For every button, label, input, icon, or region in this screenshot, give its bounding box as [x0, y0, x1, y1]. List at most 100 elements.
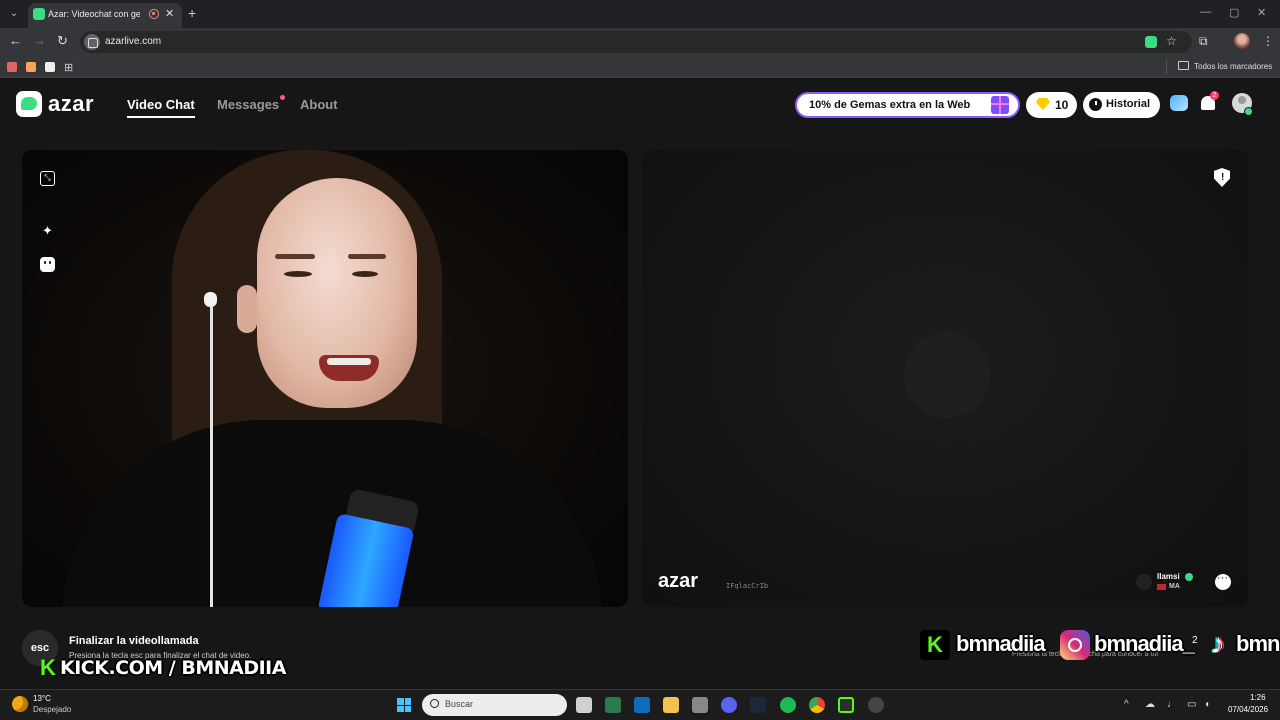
search-placeholder: Buscar — [445, 699, 474, 709]
browser-toolbar: ← → ↻ azarlive.com ☆ ⧉ ⋮ — [0, 28, 1280, 56]
volume-icon[interactable]: ◖ — [1204, 699, 1210, 710]
steam-icon[interactable] — [750, 697, 766, 713]
online-status-dot — [1244, 107, 1253, 116]
tiktok-handle: bmn — [1236, 631, 1280, 656]
nav-video-chat[interactable]: Video Chat — [127, 97, 195, 112]
maximize-icon[interactable]: ▢ — [1229, 6, 1239, 19]
messages-unread-dot — [280, 95, 285, 100]
apps-grid-icon[interactable]: ⊞ — [64, 61, 73, 74]
face-filter-icon[interactable] — [40, 257, 55, 272]
magic-wand-icon[interactable]: ✦ — [40, 223, 55, 238]
kick-url: KICK.COM / BMNADIIA — [60, 657, 286, 679]
back-icon[interactable]: ← — [9, 33, 22, 48]
discord-icon[interactable] — [721, 697, 737, 713]
clock-icon — [1089, 98, 1102, 111]
forward-icon[interactable]: → — [33, 33, 46, 48]
gift-icon — [991, 96, 1009, 114]
bookmark-icon[interactable] — [7, 62, 17, 72]
chat-icon[interactable] — [1215, 572, 1231, 590]
peer-country: MA — [1169, 583, 1180, 590]
azar-favicon-icon — [33, 8, 45, 20]
recording-icon — [149, 9, 159, 19]
new-tab-button[interactable]: + — [188, 5, 196, 21]
bookmark-icon[interactable] — [26, 62, 36, 72]
extensions-puzzle-icon[interactable]: ⧉ — [1199, 34, 1208, 49]
video-mouth — [319, 355, 379, 381]
shop-icon[interactable] — [1170, 95, 1188, 111]
peer-name[interactable]: llamsi — [1157, 572, 1180, 581]
nav-about[interactable]: About — [300, 97, 338, 112]
history-button[interactable]: Historial — [1083, 92, 1160, 118]
video-person-ear — [237, 285, 257, 333]
kick-app-icon[interactable] — [838, 697, 854, 713]
verified-icon — [1185, 573, 1193, 581]
azar-logo-icon[interactable] — [16, 91, 42, 117]
tab-search-icon[interactable]: ⌄ — [6, 6, 22, 22]
video-brow — [348, 254, 386, 259]
mic-icon[interactable]: ♩ — [1167, 699, 1177, 710]
minimize-video-icon[interactable]: ⤡ — [40, 171, 55, 186]
azar-watermark: azar — [658, 570, 699, 592]
url-text[interactable]: azarlive.com — [105, 36, 161, 47]
history-label: Historial — [1106, 98, 1151, 110]
close-window-icon[interactable]: ✕ — [1257, 6, 1266, 19]
spotify-icon[interactable] — [780, 697, 796, 713]
earbud-cable — [210, 305, 213, 607]
clock-time[interactable]: 1:26 — [1250, 693, 1266, 702]
bookmark-icon[interactable] — [45, 62, 55, 72]
weather-description[interactable]: Despejado — [33, 705, 71, 714]
country-flag-icon — [1157, 584, 1166, 590]
outlook-icon[interactable] — [634, 697, 650, 713]
reload-icon[interactable]: ↻ — [57, 33, 68, 49]
social-handles-overlay: bmnadiia bmnadiia_ bmn — [918, 626, 1280, 662]
obs-icon[interactable] — [868, 697, 884, 713]
weather-moon-icon[interactable] — [12, 696, 28, 712]
task-view-icon[interactable] — [576, 697, 592, 713]
browser-tab[interactable]: Azar: Videochat con gente ✕ — [28, 3, 182, 28]
gems-balance-button[interactable]: 10 — [1026, 92, 1077, 118]
taskbar: 13°C Despejado Buscar ^ ☁ ♩ ▭ ◖ 1:26 07/… — [0, 689, 1280, 720]
notification-badge: 2 — [1210, 91, 1219, 100]
file-explorer-icon[interactable] — [663, 697, 679, 713]
cloud-icon[interactable]: ☁ — [1145, 699, 1155, 710]
watermark-code: IFqlacCrIb — [726, 582, 769, 590]
tiktok-icon — [1205, 628, 1235, 660]
brand-name[interactable]: azar — [48, 91, 94, 117]
browser-menu-icon[interactable]: ⋮ — [1262, 34, 1274, 48]
video-brow — [275, 254, 315, 259]
clock-date[interactable]: 07/04/2026 — [1228, 705, 1268, 714]
gems-promo-button[interactable]: 10% de Gemas extra en la Web — [795, 92, 1020, 118]
bookmark-star-icon[interactable]: ☆ — [1166, 34, 1177, 48]
video-eye — [284, 271, 312, 277]
tray-expand-icon[interactable]: ^ — [1124, 699, 1129, 710]
network-icon[interactable]: ▭ — [1187, 699, 1196, 710]
snipping-tool-icon[interactable] — [692, 697, 708, 713]
remote-placeholder-shape — [904, 332, 990, 418]
taskbar-search[interactable]: Buscar — [422, 694, 567, 716]
tab-close-icon[interactable]: ✕ — [165, 7, 174, 20]
nav-messages[interactable]: Messages — [217, 97, 279, 112]
browser-profile-avatar[interactable] — [1234, 33, 1250, 49]
extension-icon[interactable] — [1145, 36, 1157, 48]
peer-avatar[interactable] — [1136, 574, 1152, 590]
kick-handle: bmnadiia — [956, 631, 1046, 656]
remote-video: ! azar IFqlacCrIb llamsi MA — [642, 150, 1248, 607]
weather-temperature[interactable]: 13°C — [33, 694, 51, 703]
bookmarks-bar: ⊞ Todos los marcadores — [0, 56, 1280, 78]
store-icon[interactable] — [605, 697, 621, 713]
folder-icon[interactable] — [1178, 61, 1189, 70]
instagram-handle: bmnadiia_ — [1094, 631, 1195, 656]
browser-tabstrip: ⌄ Azar: Videochat con gente ✕ + — ▢ ✕ — [0, 0, 1280, 28]
search-icon — [430, 699, 439, 708]
chrome-icon[interactable] — [809, 697, 825, 713]
site-info-icon[interactable] — [84, 34, 100, 50]
address-bar[interactable]: azarlive.com ☆ — [80, 31, 1192, 53]
azar-page: azar Video Chat Messages About 10% de Ge… — [0, 79, 1280, 689]
windows-start-icon[interactable] — [397, 698, 411, 712]
active-nav-underline — [127, 116, 195, 118]
minimize-icon[interactable]: — — [1200, 6, 1211, 18]
video-eye — [352, 271, 378, 277]
all-bookmarks-link[interactable]: Todos los marcadores — [1194, 62, 1272, 71]
report-exclamation-icon: ! — [1221, 172, 1225, 183]
kick-icon — [920, 630, 950, 660]
